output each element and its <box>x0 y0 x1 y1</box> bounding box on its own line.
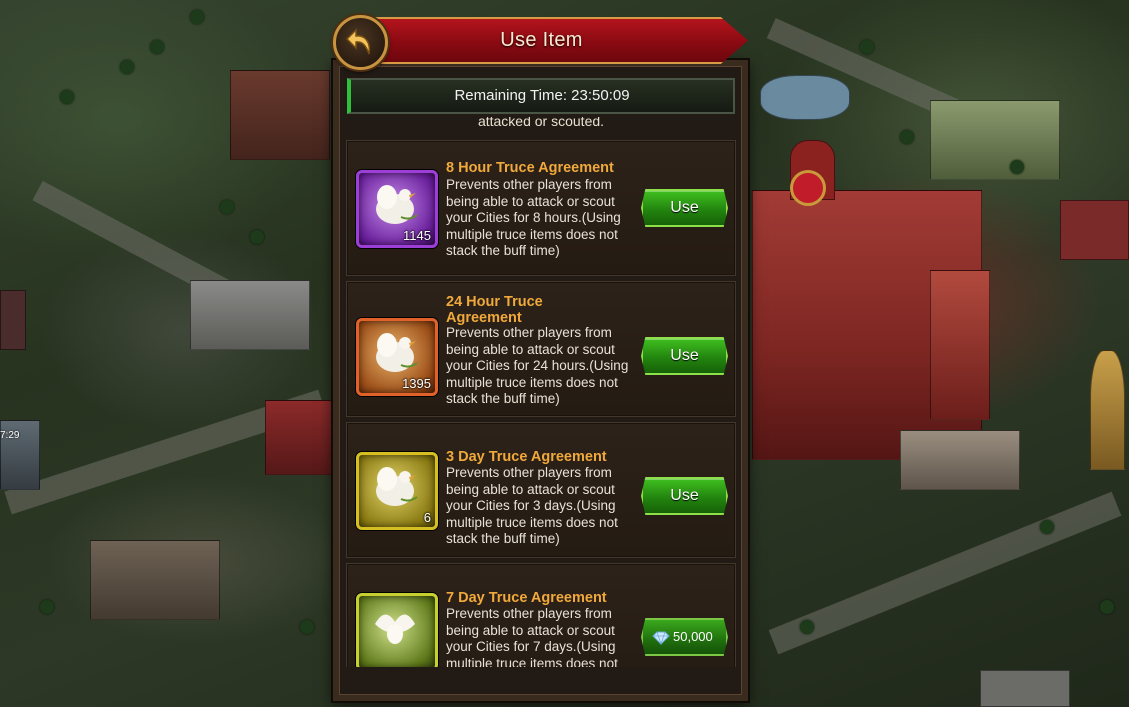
use-button[interactable]: Use <box>641 337 728 375</box>
item-quantity: 6 <box>423 510 431 525</box>
item-row-7-day-truce: 7 Day Truce Agreement Prevents other pla… <box>346 563 736 667</box>
item-quantity: 1145 <box>403 228 431 243</box>
gem-price: 50,000 <box>673 629 713 644</box>
cut-off-description: attacked or scouted. <box>477 117 605 129</box>
item-description: Prevents other players from being able t… <box>446 465 618 546</box>
back-arrow-icon <box>345 28 371 55</box>
dialog-title: Use Item <box>500 29 583 51</box>
buy-with-gems-button[interactable]: 50,000 <box>641 618 728 656</box>
item-quantity: 1395 <box>402 376 431 391</box>
remaining-time-label: Remaining Time: <box>454 87 567 104</box>
use-button[interactable]: Use <box>641 477 728 515</box>
remaining-time-bar: Remaining Time: 23:50:09 <box>347 78 735 114</box>
item-row-24-hour-truce: 1395 24 Hour Truce Agreement Prevents ot… <box>346 281 736 417</box>
item-title: 3 Day Truce Agreement <box>446 449 607 465</box>
use-button[interactable]: Use <box>641 189 728 227</box>
item-icon-frame: 6 <box>356 452 438 530</box>
remaining-time-value: 23:50:09 <box>571 87 630 104</box>
white-dove-icon <box>375 614 415 644</box>
item-description: Prevents other players from being able t… <box>446 606 618 667</box>
item-description: Prevents other players from being able t… <box>446 177 621 258</box>
gem-icon <box>652 631 670 645</box>
item-description: Prevents other players from being able t… <box>446 325 629 406</box>
item-icon-frame: 1395 <box>356 318 438 396</box>
white-dove-icon <box>376 467 418 506</box>
back-button[interactable] <box>333 15 388 70</box>
item-title: 24 Hour Truce Agreement <box>446 294 543 326</box>
item-icon-frame: 1145 <box>356 170 438 248</box>
white-dove-icon <box>376 333 418 372</box>
partial-hud-timer: 7:29 <box>0 430 20 441</box>
white-dove-icon <box>376 185 418 224</box>
item-row-3-day-truce: 6 3 Day Truce Agreement Prevents other p… <box>346 422 736 558</box>
item-row-8-hour-truce: 1145 8 Hour Truce Agreement Prevents oth… <box>346 140 736 276</box>
item-icon-frame <box>356 593 438 667</box>
item-title: 7 Day Truce Agreement <box>446 590 607 606</box>
item-list[interactable]: 1145 8 Hour Truce Agreement Prevents oth… <box>346 132 736 667</box>
item-title: 8 Hour Truce Agreement <box>446 160 614 176</box>
